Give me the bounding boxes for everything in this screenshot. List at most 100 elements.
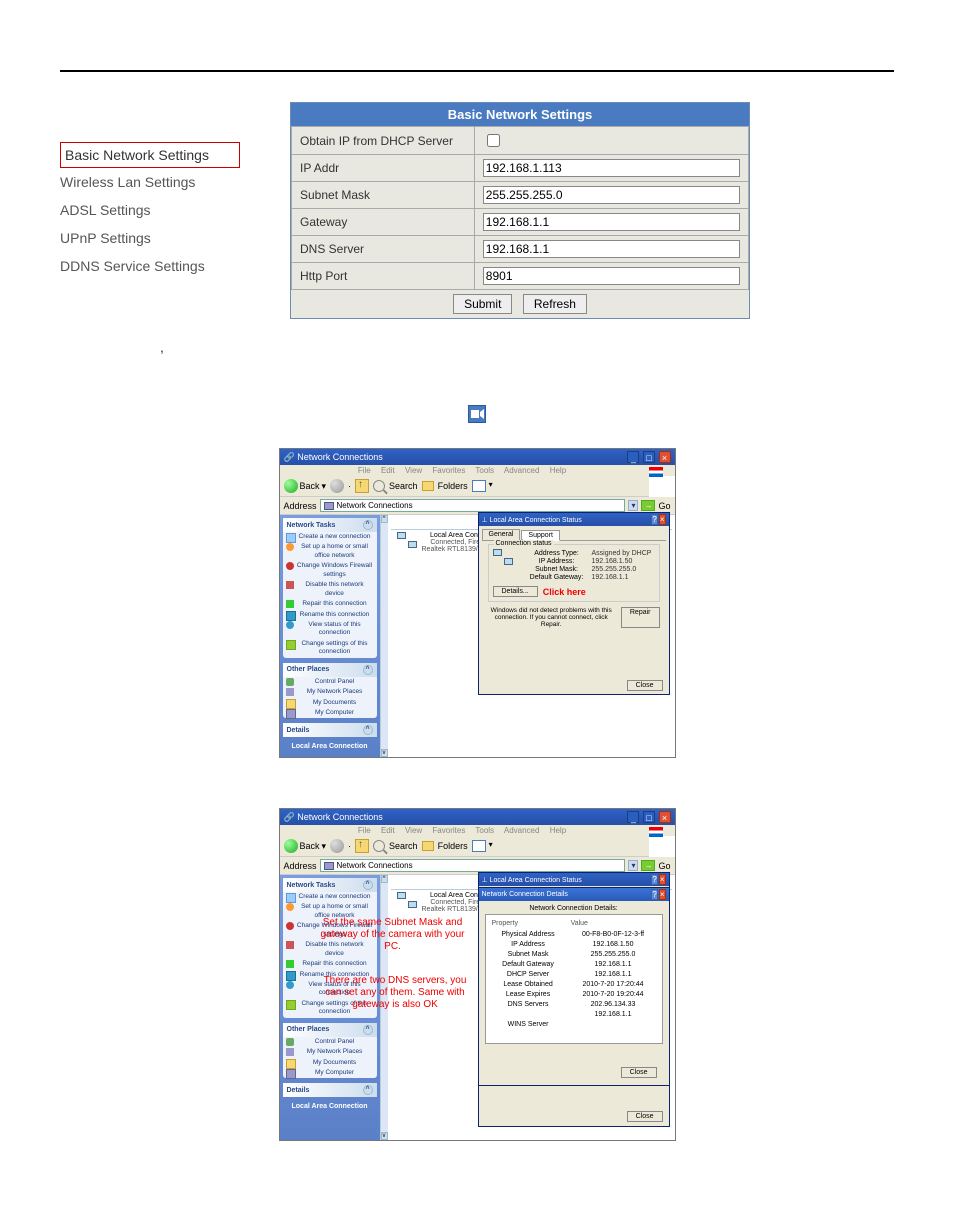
- task-home-net[interactable]: Set up a home or small office network: [283, 542, 377, 561]
- search-icon[interactable]: [373, 480, 385, 492]
- close-icon[interactable]: ×: [659, 451, 671, 463]
- help-icon[interactable]: ?: [651, 874, 657, 885]
- port-label: Http Port: [292, 263, 475, 290]
- close-icon[interactable]: ×: [659, 811, 671, 823]
- task-disable[interactable]: Disable this network device: [283, 580, 377, 599]
- task-repair[interactable]: Repair this connection: [283, 599, 377, 609]
- back-button[interactable]: Back ▾: [284, 479, 327, 493]
- mask-input[interactable]: [483, 186, 740, 204]
- xp1-menubar: File Edit View Favorites Tools Advanced …: [280, 465, 675, 476]
- task-status[interactable]: View status of this connection: [283, 620, 377, 639]
- xp1-sidepane: Network Tasks^ Create a new connection S…: [280, 515, 380, 757]
- ip-label: IP Addr: [292, 155, 475, 182]
- views-icon[interactable]: [472, 480, 486, 492]
- folders-icon[interactable]: [422, 481, 434, 491]
- task-firewall[interactable]: Change Windows Firewall settings: [283, 561, 377, 580]
- address-dropdown[interactable]: ▾: [628, 500, 638, 511]
- forward-button: [330, 479, 344, 493]
- connection-icon: [493, 549, 515, 567]
- flag-icon: [649, 827, 663, 837]
- go-button[interactable]: →: [641, 860, 655, 871]
- folders-icon[interactable]: [422, 841, 434, 851]
- xp2-sidepane: Network Tasks^ Create a new connection S…: [280, 875, 380, 1140]
- port-input[interactable]: [483, 267, 740, 285]
- sidebar-adsl[interactable]: ADSL Settings: [60, 196, 240, 224]
- mask-label: Subnet Mask: [292, 182, 475, 209]
- details-dialog: Network Connection Details ?× Network Co…: [478, 887, 670, 1086]
- close-icon[interactable]: ×: [659, 889, 666, 900]
- panel-title: Basic Network Settings: [291, 103, 749, 126]
- ip-input[interactable]: [483, 159, 740, 177]
- side-scrollbar[interactable]: ^ v: [380, 515, 388, 757]
- go-button[interactable]: →: [641, 500, 655, 511]
- other-my-computer[interactable]: My Computer: [283, 708, 377, 718]
- close-button[interactable]: Close: [627, 1111, 663, 1122]
- close-icon[interactable]: ×: [659, 514, 666, 525]
- refresh-button[interactable]: Refresh: [523, 294, 587, 314]
- up-icon[interactable]: [355, 479, 369, 493]
- annotation-1: Set the same Subnet Mask and gateway of …: [318, 917, 468, 953]
- other-my-documents[interactable]: My Documents: [283, 698, 377, 708]
- gw-label: Gateway: [292, 209, 475, 236]
- details-close-button[interactable]: Close: [621, 1067, 657, 1078]
- up-icon[interactable]: [355, 839, 369, 853]
- tab-general[interactable]: General: [482, 529, 521, 540]
- address-dropdown[interactable]: ▾: [628, 860, 638, 871]
- maximize-icon[interactable]: □: [643, 451, 655, 463]
- sidebar-basic-network[interactable]: Basic Network Settings: [60, 142, 240, 168]
- minimize-icon[interactable]: _: [627, 451, 639, 463]
- annotation-2: There are two DNS servers, you can set a…: [318, 975, 473, 1011]
- details-heading: Network Connection Details:: [485, 905, 663, 912]
- dns-label: DNS Server: [292, 236, 475, 263]
- network-icon: [324, 502, 334, 510]
- maximize-icon[interactable]: □: [643, 811, 655, 823]
- sidebar-ddns[interactable]: DDNS Service Settings: [60, 252, 240, 280]
- repair-button[interactable]: Repair: [621, 607, 660, 628]
- xp1-toolbar: Back ▾ · Search Folders: [280, 476, 649, 497]
- help-icon[interactable]: ?: [651, 514, 657, 525]
- dhcp-label: Obtain IP from DHCP Server: [292, 127, 475, 155]
- submit-button[interactable]: Submit: [453, 294, 512, 314]
- video-icon: [468, 405, 486, 423]
- back-button[interactable]: Back ▾: [284, 839, 327, 853]
- connection-icon: [397, 532, 419, 550]
- details-button[interactable]: Details...: [493, 586, 538, 597]
- dhcp-checkbox[interactable]: [487, 134, 500, 147]
- close-icon[interactable]: ×: [659, 874, 666, 885]
- other-places-header[interactable]: Other Places^: [283, 663, 377, 677]
- details-header[interactable]: Details^: [283, 723, 377, 737]
- task-change[interactable]: Change settings of this connection: [283, 639, 377, 658]
- xp2-menubar: File Edit View Favorites Tools Advanced …: [280, 825, 675, 836]
- xp1-title: 🔗 Network Connections: [284, 452, 383, 463]
- search-icon[interactable]: [373, 840, 385, 852]
- collapse-icon[interactable]: ^: [363, 520, 373, 530]
- flag-icon: [649, 467, 663, 477]
- minimize-icon[interactable]: _: [627, 811, 639, 823]
- close-button[interactable]: Close: [627, 680, 663, 691]
- hint-text: Windows did not detect problems with thi…: [488, 607, 615, 628]
- xp2-titlebar: 🔗 Network Connections _ □ ×: [280, 809, 675, 825]
- help-icon[interactable]: ?: [651, 889, 657, 900]
- task-new-conn[interactable]: Create a new connection: [283, 532, 377, 542]
- other-control-panel[interactable]: Control Panel: [283, 677, 377, 687]
- dns-input[interactable]: [483, 240, 740, 258]
- address-input[interactable]: Network Connections: [320, 859, 626, 872]
- xp-screenshot-1: 🔗 Network Connections _ □ × File Edit Vi…: [279, 448, 676, 758]
- views-icon[interactable]: [472, 840, 486, 852]
- xp2-toolbar: Back ▾ · Search Folders: [280, 836, 649, 857]
- connection-status-legend: Connection status: [494, 540, 554, 547]
- sidebar-wireless[interactable]: Wireless Lan Settings: [60, 168, 240, 196]
- click-here-annotation: Click here: [543, 587, 586, 597]
- network-icon: [324, 862, 334, 870]
- settings-table: Obtain IP from DHCP Server IP Addr Subne…: [291, 126, 749, 290]
- caption-comma: ,: [60, 339, 894, 355]
- xp-screenshot-2: 🔗 Network Connections _ □ × File Edit Vi…: [279, 808, 676, 1141]
- task-rename[interactable]: Rename this connection: [283, 610, 377, 620]
- gw-input[interactable]: [483, 213, 740, 231]
- forward-button: [330, 839, 344, 853]
- other-network-places[interactable]: My Network Places: [283, 687, 377, 697]
- address-input[interactable]: Network Connections: [320, 499, 626, 512]
- basic-network-settings-panel: Basic Network Settings Obtain IP from DH…: [290, 102, 750, 319]
- sidebar-upnp[interactable]: UPnP Settings: [60, 224, 240, 252]
- network-tasks-header[interactable]: Network Tasks^: [283, 518, 377, 532]
